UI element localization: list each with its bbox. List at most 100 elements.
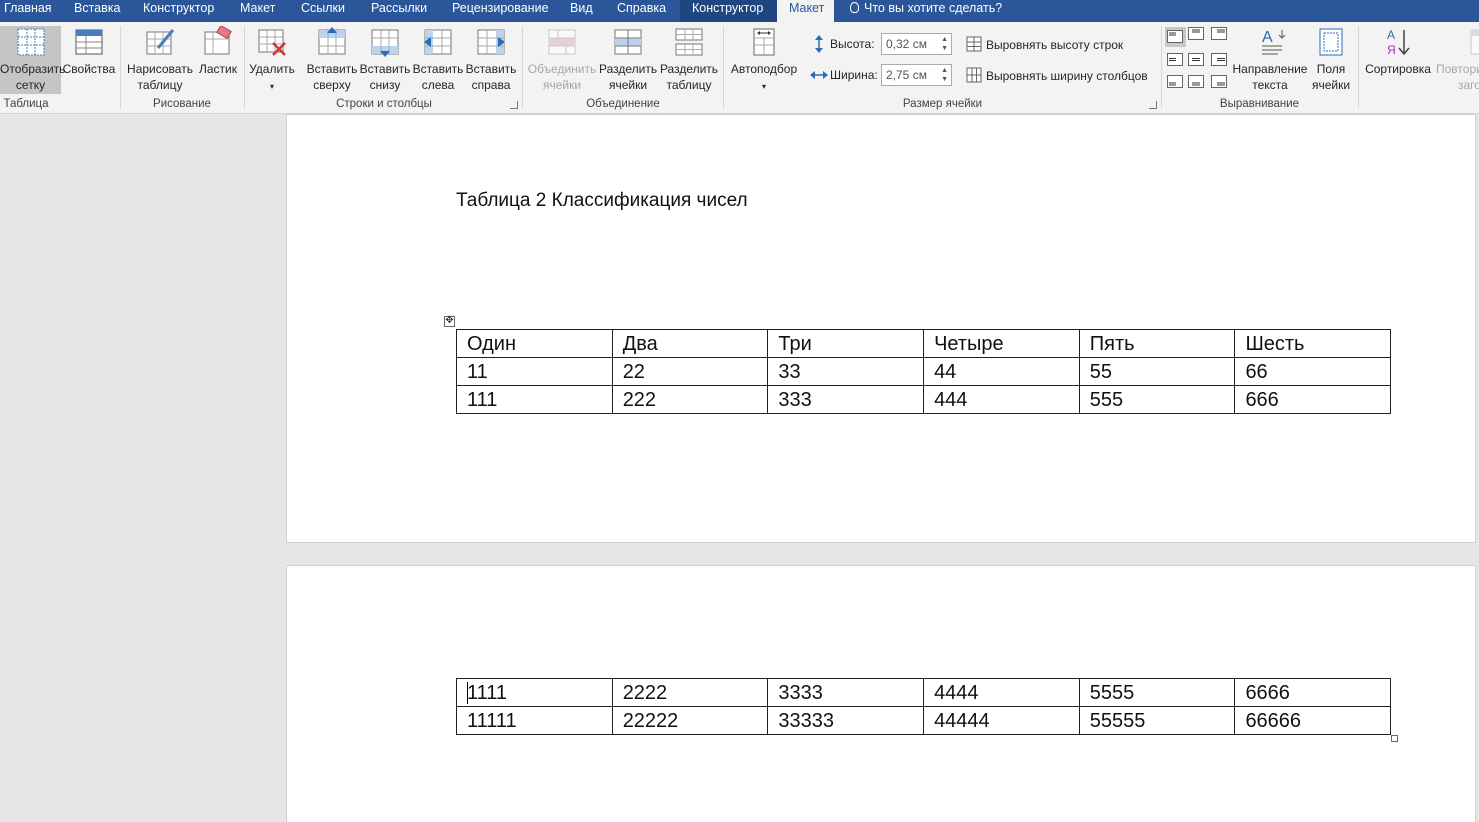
align-bottom-center-icon [1188,75,1204,88]
tab-table-layout[interactable]: Макет [777,0,834,22]
table-cell[interactable]: 111 [456,385,613,414]
height-value: 0,32 см [886,37,927,51]
split-cells-button[interactable]: Разделить ячейки [599,26,657,94]
sort-button[interactable]: A Я Сортировка [1362,26,1434,94]
tab-design[interactable]: Конструктор [143,0,214,22]
split-table-button[interactable]: Разделить таблицу [658,26,720,94]
properties-button[interactable]: Свойства [62,26,116,94]
table-cell[interactable]: 22 [611,357,769,386]
align-bottom-left-button[interactable] [1167,75,1183,89]
text-direction-button[interactable]: A Направление текста [1232,26,1308,94]
draw-table-label-2: таблицу [137,78,183,92]
spinner-arrows-icon[interactable]: ▲ ▼ [941,35,948,53]
table-cell[interactable]: 2222 [611,678,769,707]
eraser-label: Ластик [199,62,237,76]
eraser-button[interactable]: Ластик [196,26,240,94]
text-cursor [467,682,468,704]
table-cell[interactable]: 1111 [456,678,613,707]
height-spinner[interactable]: 0,32 см ▲ ▼ [881,33,952,55]
table-cell[interactable]: Шесть [1234,329,1392,358]
repeat-header-rows-button[interactable]: Повтори загол [1434,26,1479,94]
svg-text:Я: Я [1387,43,1396,57]
table-cell[interactable]: Один [456,329,613,358]
rows-columns-dialog-launcher[interactable] [510,101,518,109]
table-cell[interactable]: 222 [611,385,769,414]
tab-table-design[interactable]: Конструктор [680,0,777,22]
insert-right-button[interactable]: Вставить справа [465,26,517,94]
autofit-button[interactable]: Автоподбор ▾ [727,26,801,94]
tab-insert[interactable]: Вставка [74,0,120,22]
table-cell[interactable]: Два [611,329,769,358]
tell-me-search[interactable]: Что вы хотите сделать? [850,0,1002,22]
tab-mailings[interactable]: Рассылки [371,0,427,22]
sort-label: Сортировка [1365,62,1431,76]
draw-group-label: Рисование [153,98,211,110]
table-cell[interactable]: 44 [923,357,1080,386]
table-cell[interactable]: 55555 [1078,706,1236,735]
table-cell[interactable]: 444 [923,385,1080,414]
table-cell[interactable]: Четыре [923,329,1080,358]
align-top-right-button[interactable] [1211,27,1227,41]
width-value: 2,75 см [886,68,927,82]
align-top-center-button[interactable] [1188,27,1204,41]
table-cell[interactable]: 5555 [1078,678,1236,707]
view-gridlines-button[interactable]: Отобразить сетку [0,26,65,94]
tab-home[interactable]: Главная [4,0,52,22]
group-separator [244,26,245,108]
table-row: 1111 2222 3333 4444 5555 6666 [456,678,1392,707]
table-cell[interactable]: 333 [767,385,925,414]
table-cell[interactable]: 33333 [767,706,925,735]
table-resize-handle[interactable] [1391,735,1398,742]
table-cell[interactable]: 6666 [1234,678,1392,707]
tab-view[interactable]: Вид [570,0,593,22]
delete-table-icon [258,29,286,56]
align-bottom-center-button[interactable] [1188,75,1204,89]
table-cell[interactable]: 555 [1078,385,1236,414]
merge-cells-icon [548,29,576,55]
column-width-icon [810,71,828,79]
repeat-header-label-2: загол [1458,78,1479,92]
eraser-icon [204,26,232,55]
table-cell[interactable]: 11 [456,357,613,386]
table-cell[interactable]: 44444 [923,706,1080,735]
delete-button[interactable]: Удалить ▾ [248,26,296,94]
split-table-label-2: таблицу [666,78,712,92]
cell-size-dialog-launcher[interactable] [1149,101,1157,109]
table-cell[interactable]: 666 [1234,385,1392,414]
spinner-arrows-icon[interactable]: ▲ ▼ [941,66,948,84]
merge-cells-button[interactable]: Объединить ячейки [526,26,598,94]
tab-references[interactable]: Ссылки [301,0,345,22]
distribute-columns-icon [966,67,982,83]
table-cell[interactable]: 11111 [456,706,613,735]
cell-size-group-label: Размер ячейки [902,98,983,110]
draw-table-button[interactable]: Нарисовать таблицу [126,26,194,94]
insert-left-label-2: слева [421,78,455,92]
table-cell[interactable]: 4444 [923,678,1080,707]
insert-above-button[interactable]: Вставить сверху [305,26,359,94]
align-center-right-button[interactable] [1211,53,1227,67]
table-cell[interactable]: 22222 [611,706,769,735]
lightbulb-icon [850,2,859,13]
align-center-button[interactable] [1188,53,1204,67]
tab-review[interactable]: Рецензирование [452,0,549,22]
tab-help[interactable]: Справка [617,0,666,22]
align-center-icon [1188,53,1204,66]
distribute-columns-button[interactable]: Выровнять ширину столбцов [966,67,1148,83]
table-cell[interactable]: Пять [1078,329,1236,358]
table-cell[interactable]: Три [767,329,925,358]
table-move-handle-icon[interactable]: ✥ [444,316,455,327]
tab-layout[interactable]: Макет [240,0,275,22]
table-cell[interactable]: 55 [1078,357,1236,386]
align-center-left-button[interactable] [1167,53,1183,67]
distribute-rows-button[interactable]: Выровнять высоту строк [966,36,1123,52]
cell-margins-button[interactable]: Поля ячейки [1309,26,1353,94]
table-cell[interactable]: 3333 [767,678,925,707]
align-top-left-button[interactable] [1165,27,1186,47]
table-cell[interactable]: 66666 [1234,706,1392,735]
align-bottom-right-button[interactable] [1211,75,1227,89]
table-cell[interactable]: 66 [1234,357,1392,386]
insert-left-button[interactable]: Вставить слева [411,26,465,94]
table-cell[interactable]: 33 [767,357,925,386]
insert-below-button[interactable]: Вставить снизу [359,26,411,94]
width-spinner[interactable]: 2,75 см ▲ ▼ [881,64,952,86]
